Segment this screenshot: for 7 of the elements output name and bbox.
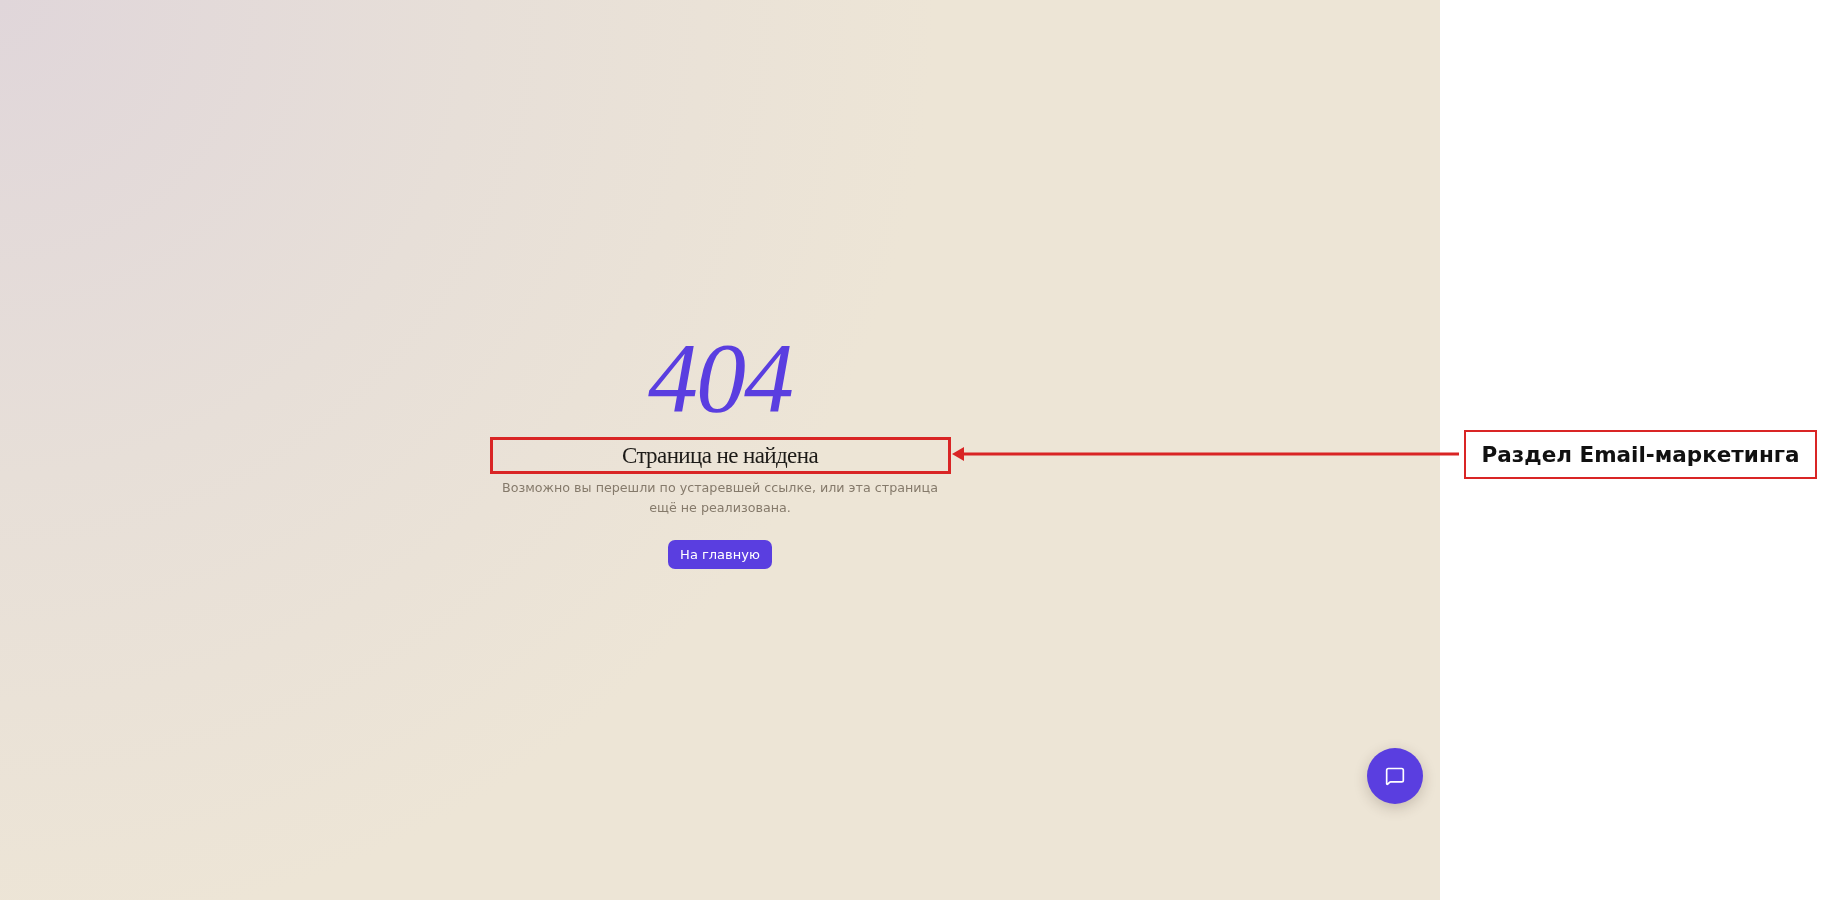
error-code: 404 xyxy=(648,328,792,428)
error-message: Возможно вы перешли по устаревшей ссылке, или эта страница ещё не реализована. xyxy=(501,479,939,517)
page-heading: Страница не найдена xyxy=(621,441,819,470)
chat-button[interactable] xyxy=(1367,748,1423,804)
chat-bubble-icon xyxy=(1385,766,1405,786)
home-button[interactable]: На главную xyxy=(668,540,772,569)
callout-label: Раздел Email-маркетинга xyxy=(1464,430,1817,479)
